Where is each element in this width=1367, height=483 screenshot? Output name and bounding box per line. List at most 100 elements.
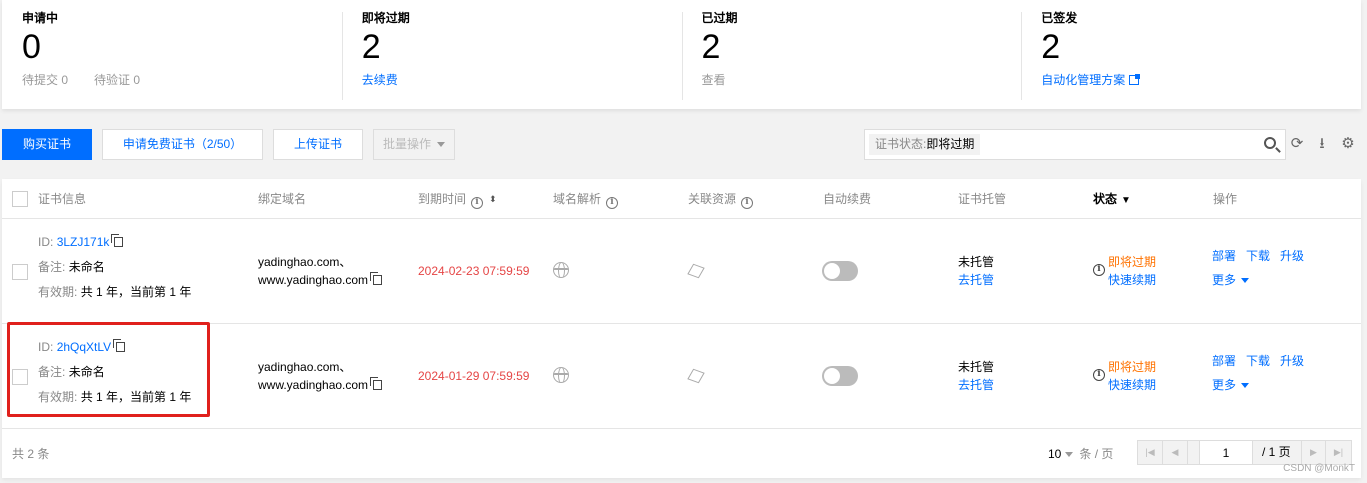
apply-free-certificate-button[interactable]: 申请免费证书（2/50） bbox=[102, 129, 263, 160]
info-icon[interactable]: i bbox=[741, 197, 754, 209]
table-header: 证书信息 绑定域名 到期时间 i ⬍ 域名解析 i 关联资源 i 自动续费 证书托管 状… bbox=[2, 179, 1361, 219]
page-number-input[interactable] bbox=[1199, 440, 1253, 465]
copy-icon[interactable] bbox=[370, 377, 383, 390]
page-size-select[interactable]: 10 条 / 页 bbox=[1048, 445, 1113, 462]
more-dropdown[interactable]: 更多 bbox=[1212, 376, 1250, 394]
filter-icon[interactable]: ▼ bbox=[1121, 193, 1131, 209]
next-page-button[interactable]: ▶ bbox=[1301, 441, 1326, 464]
header-status-label: 状态 bbox=[1093, 192, 1118, 206]
page-size-value: 10 bbox=[1048, 447, 1062, 461]
domain-1: yadinghao.com、 bbox=[258, 360, 352, 374]
upgrade-link[interactable]: 升级 bbox=[1280, 354, 1304, 368]
view-expired-link[interactable]: 查看 bbox=[702, 71, 1022, 89]
renew-link[interactable]: 去续费 bbox=[362, 73, 398, 87]
cube-icon bbox=[687, 368, 705, 384]
filter-tag-key: 证书状态: bbox=[875, 137, 927, 151]
domain-2-text: www.yadinghao.com bbox=[258, 378, 369, 392]
highlight-box bbox=[7, 322, 210, 417]
cube-icon bbox=[687, 263, 705, 279]
watermark: CSDN @MonkT bbox=[1283, 463, 1355, 474]
external-link-icon[interactable] bbox=[1129, 74, 1141, 85]
select-all-checkbox[interactable] bbox=[12, 191, 28, 207]
info-icon[interactable]: i bbox=[1093, 264, 1105, 276]
chevron-down-icon bbox=[437, 142, 445, 148]
stats-panel: 申请中 0 待提交 0 待验证 0 即将过期 2 去续费 已过期 2 查看 已签发… bbox=[2, 0, 1361, 109]
header-cert-info: 证书信息 bbox=[38, 192, 87, 206]
row-actions: 部署 下载 升级 bbox=[1212, 352, 1304, 370]
globe-icon bbox=[553, 262, 569, 278]
deploy-link[interactable]: 部署 bbox=[1212, 354, 1236, 368]
info-icon[interactable]: i bbox=[1093, 369, 1105, 381]
last-page-button[interactable]: ▶| bbox=[1326, 441, 1351, 464]
stat-issued: 已签发 2 自动化管理方案 bbox=[1021, 0, 1361, 109]
page-size-unit: 条 / 页 bbox=[1079, 447, 1114, 461]
row-checkbox[interactable] bbox=[12, 264, 28, 280]
header-dns: 域名解析 i bbox=[553, 191, 619, 209]
domain-1: yadinghao.com、 bbox=[258, 255, 352, 269]
sort-icon[interactable]: ⬍ bbox=[489, 191, 497, 207]
note-line: 备注: 未命名 bbox=[38, 258, 105, 276]
more-dropdown[interactable]: 更多 bbox=[1212, 271, 1250, 289]
download-icon[interactable]: ⭳ bbox=[1312, 134, 1332, 154]
quick-renew-link[interactable]: 快速续期 bbox=[1108, 273, 1156, 287]
info-icon[interactable]: i bbox=[606, 197, 619, 209]
search-icon[interactable] bbox=[1264, 137, 1276, 149]
deploy-link[interactable]: 部署 bbox=[1212, 249, 1236, 263]
stat-value: 2 bbox=[361, 28, 381, 66]
more-link[interactable]: 更多 bbox=[1212, 378, 1236, 392]
quick-renew-cell[interactable]: 快速续期 bbox=[1108, 271, 1156, 289]
copy-icon[interactable] bbox=[370, 272, 383, 285]
refresh-icon[interactable]: ⟳ bbox=[1287, 134, 1307, 154]
copy-icon[interactable] bbox=[111, 234, 124, 247]
header-expire-label: 到期时间 bbox=[418, 192, 467, 206]
header-domain: 绑定域名 bbox=[258, 192, 307, 206]
pending-verify: 待验证 0 bbox=[94, 73, 141, 87]
cert-id-line: ID: 3LZJ171k bbox=[38, 233, 124, 251]
hosting-link[interactable]: 去托管 bbox=[958, 376, 994, 394]
auto-renew-toggle[interactable] bbox=[822, 366, 858, 386]
cert-id-link[interactable]: 3LZJ171k bbox=[57, 235, 110, 249]
download-link[interactable]: 下载 bbox=[1246, 354, 1270, 368]
buy-certificate-button[interactable]: 购买证书 bbox=[2, 129, 92, 160]
stat-sub: 待提交 0 待验证 0 bbox=[22, 71, 342, 89]
upgrade-link[interactable]: 升级 bbox=[1280, 249, 1304, 263]
quick-renew-cell[interactable]: 快速续期 bbox=[1108, 376, 1156, 394]
chevron-down-icon bbox=[1241, 383, 1250, 389]
validity-line: 有效期: 共 1 年，当前第 1 年 bbox=[38, 283, 191, 301]
validity-value: 共 1 年，当前第 1 年 bbox=[80, 285, 192, 299]
pending-submit: 待提交 0 bbox=[22, 73, 69, 87]
header-status[interactable]: 状态 ▼ bbox=[1093, 191, 1131, 209]
settings-gear-icon[interactable]: ⚙ bbox=[1338, 134, 1358, 154]
globe-icon bbox=[553, 367, 569, 383]
quick-renew-link[interactable]: 快速续期 bbox=[1108, 378, 1156, 392]
automation-link[interactable]: 自动化管理方案 bbox=[1041, 73, 1125, 87]
search-box[interactable]: 证书状态:即将过期 bbox=[864, 129, 1286, 160]
upload-certificate-button[interactable]: 上传证书 bbox=[273, 129, 363, 160]
id-label: ID: bbox=[38, 235, 54, 249]
status-badge: 即将过期 bbox=[1108, 255, 1157, 269]
stat-value: 2 bbox=[1041, 28, 1061, 66]
total-count: 共 2 条 bbox=[12, 447, 50, 461]
header-hosting: 证书托管 bbox=[958, 192, 1007, 206]
download-link[interactable]: 下载 bbox=[1246, 249, 1270, 263]
header-auto-renew: 自动续费 bbox=[823, 192, 872, 206]
header-expire[interactable]: 到期时间 i ⬍ bbox=[418, 191, 497, 209]
stat-value: 2 bbox=[701, 28, 721, 66]
domain-2-text: www.yadinghao.com bbox=[258, 273, 369, 287]
more-link[interactable]: 更多 bbox=[1212, 273, 1236, 287]
hosting-status: 未托管 bbox=[958, 360, 995, 374]
filter-tag[interactable]: 证书状态:即将过期 bbox=[869, 134, 981, 155]
go-hosting-link[interactable]: 去托管 bbox=[958, 273, 994, 287]
expire-time: 2024-01-29 07:59:59 bbox=[418, 369, 530, 383]
batch-operation-button[interactable]: 批量操作 bbox=[373, 129, 455, 160]
first-page-button[interactable]: |◀ bbox=[1138, 441, 1163, 464]
stat-title: 申请中 bbox=[22, 11, 59, 25]
auto-renew-toggle[interactable] bbox=[822, 261, 858, 281]
go-hosting-link[interactable]: 去托管 bbox=[958, 378, 994, 392]
hosting-link[interactable]: 去托管 bbox=[958, 271, 994, 289]
hosting-status: 未托管 bbox=[958, 255, 995, 269]
stat-value: 0 bbox=[22, 28, 41, 66]
page-total: / 1 页 bbox=[1262, 445, 1291, 459]
prev-page-button[interactable]: ◀ bbox=[1163, 441, 1188, 464]
info-icon[interactable]: i bbox=[471, 197, 484, 209]
